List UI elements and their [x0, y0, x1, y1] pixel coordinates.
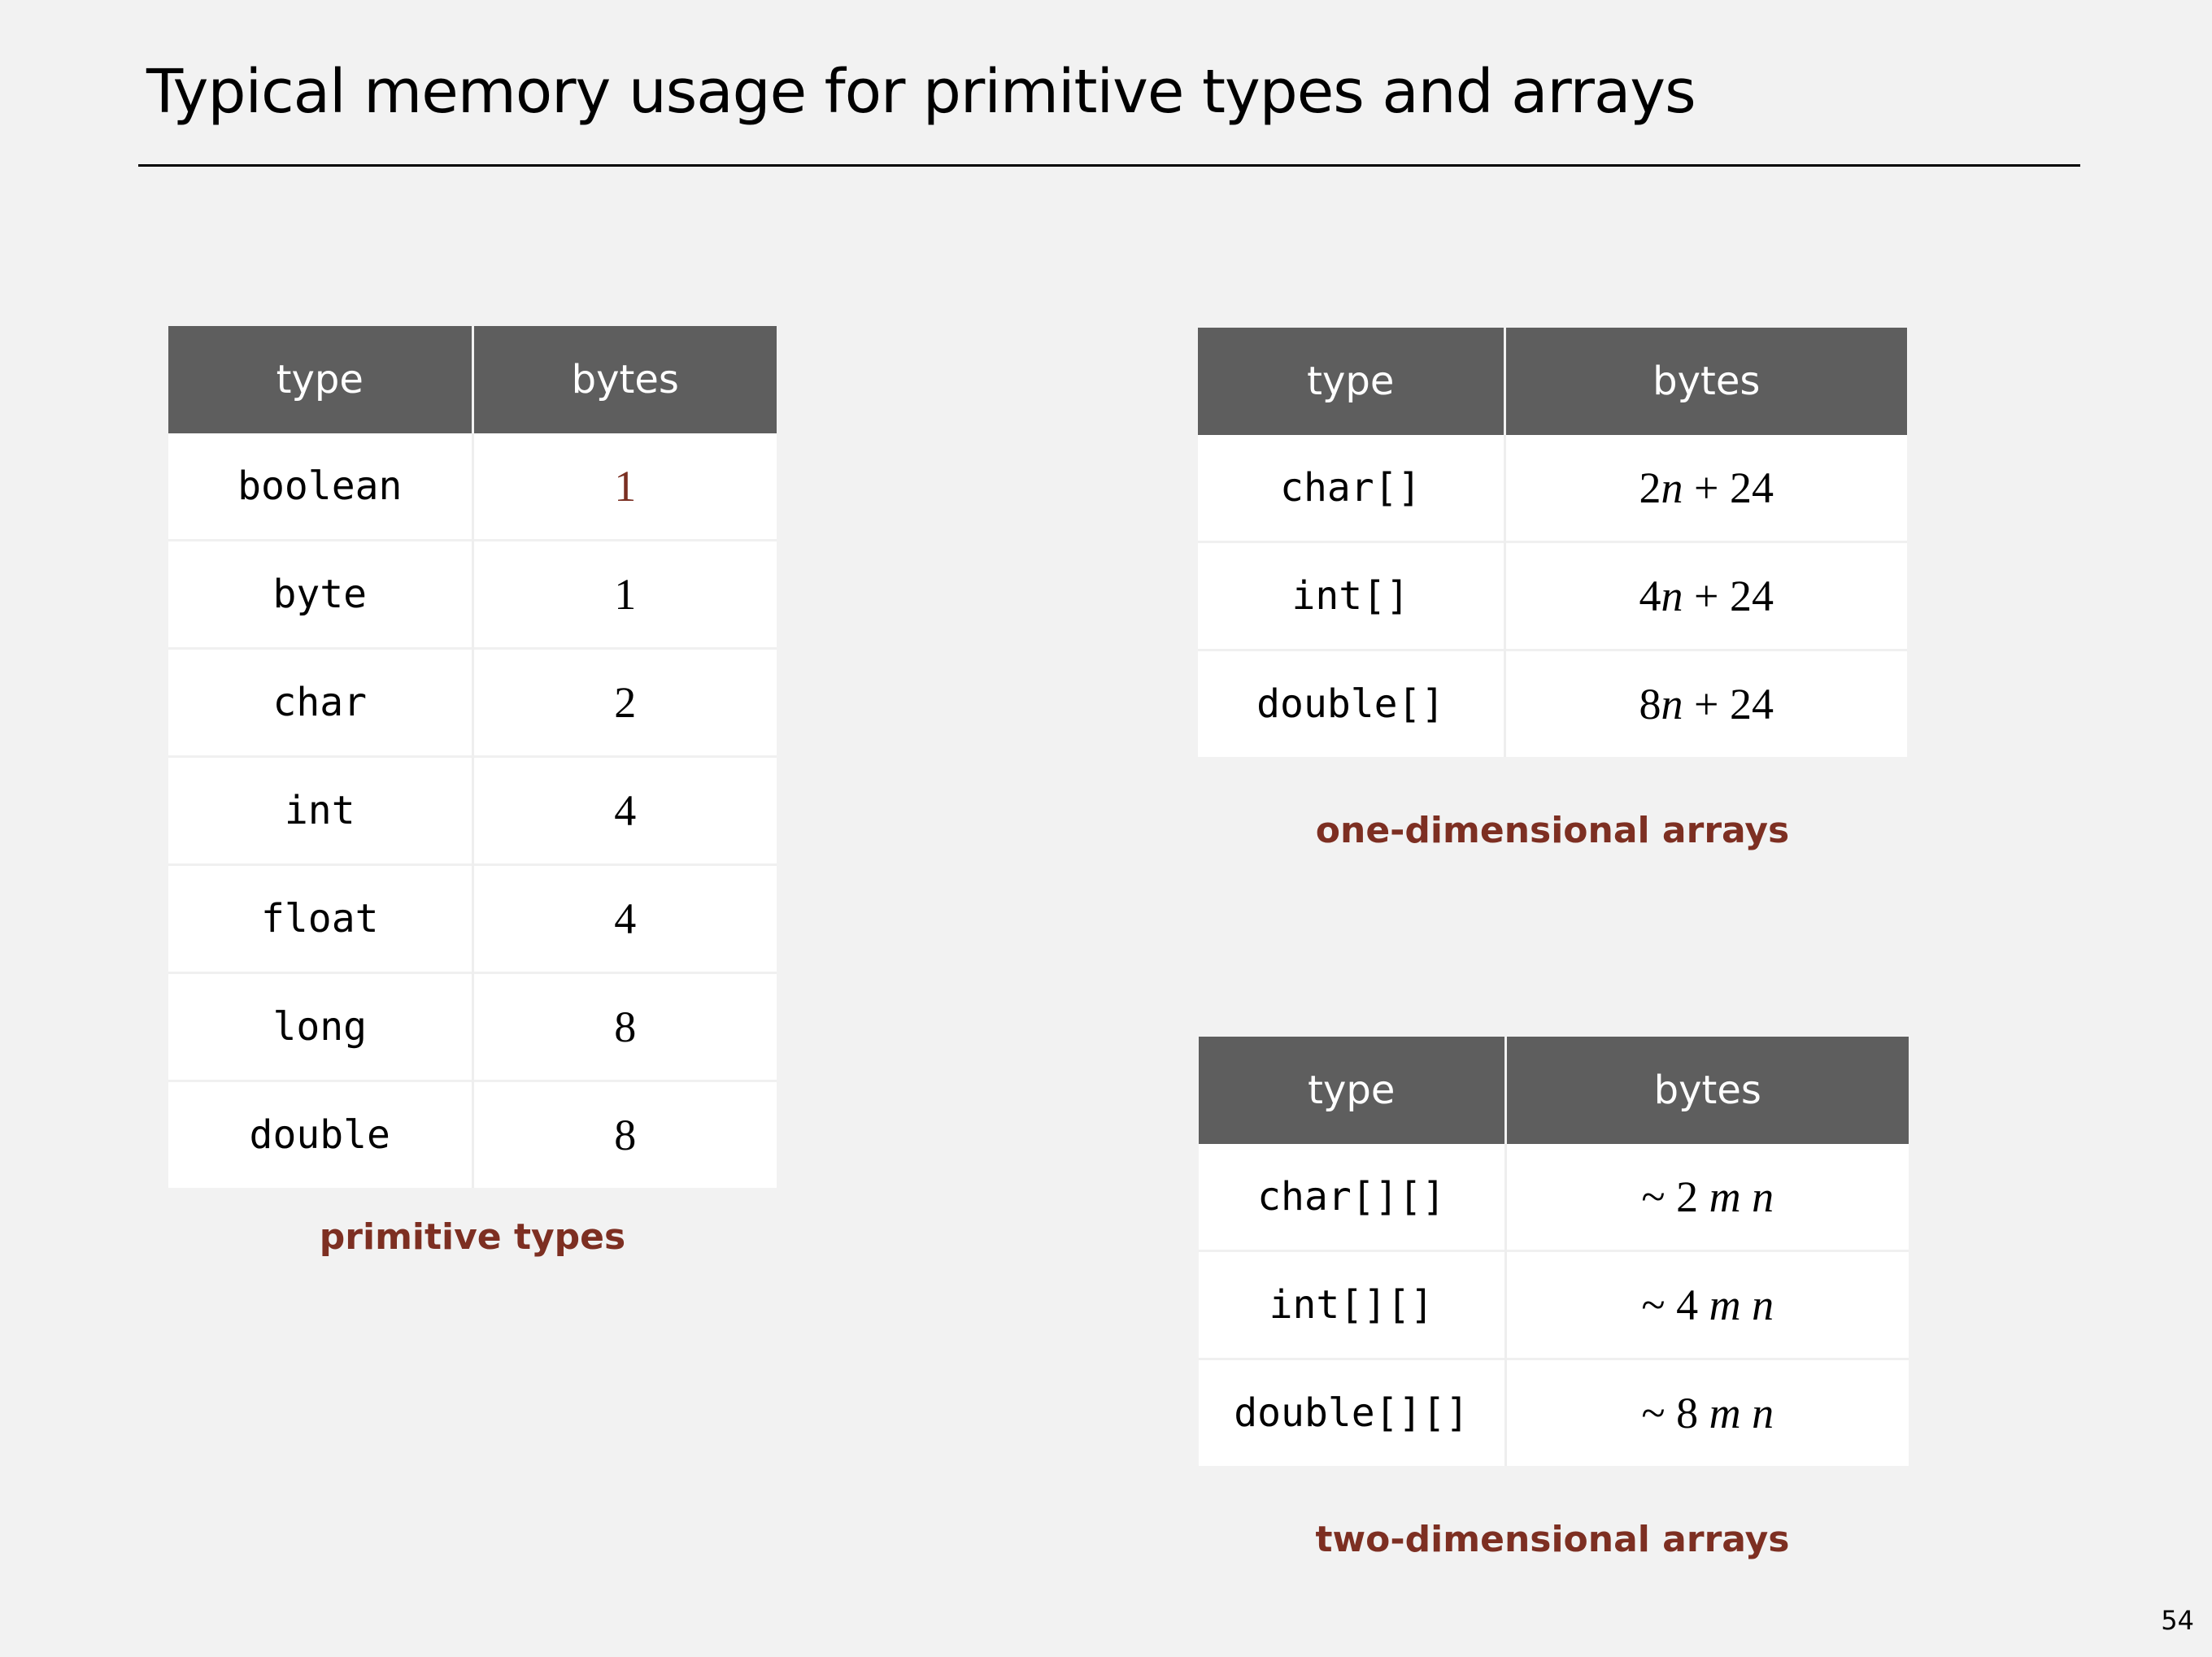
bytes-cell: ~ 2 m n	[1504, 1144, 1909, 1251]
type-name: long	[272, 1004, 368, 1050]
bytes-formula: 2n + 24	[1639, 463, 1774, 512]
one-dimensional-arrays-caption: one-dimensional arrays	[1315, 810, 1790, 851]
table-row: long 8	[168, 972, 777, 1081]
bytes-cell: 8	[471, 1080, 777, 1188]
bytes-formula: 8n + 24	[1639, 680, 1774, 728]
type-column-header: type	[1199, 1037, 1505, 1144]
type-name: boolean	[237, 463, 403, 509]
bytes-cell: 4n + 24	[1503, 541, 1907, 650]
type-name: double[]	[1256, 681, 1445, 727]
bytes-column-header: bytes	[1503, 328, 1907, 435]
type-cell: int[]	[1198, 541, 1504, 650]
type-cell: char[][]	[1199, 1144, 1505, 1251]
type-name: int[]	[1291, 573, 1410, 619]
bytes-formula: 4n + 24	[1639, 572, 1774, 620]
type-cell: int	[168, 755, 472, 865]
type-cell: boolean	[168, 433, 472, 541]
bytes-column-header: bytes	[471, 326, 777, 433]
bytes-cell: 2	[471, 647, 777, 757]
type-name: float	[261, 896, 379, 942]
title-divider	[138, 164, 2080, 167]
bytes-value: 8	[614, 1002, 637, 1051]
type-name: byte	[272, 572, 368, 617]
table-header-row: type bytes	[1198, 328, 1907, 435]
one-dimensional-arrays-table: type bytes char[] 2n + 24 int[] 4n + 24 …	[1198, 328, 1907, 757]
table-row: char[] 2n + 24	[1198, 435, 1907, 542]
type-cell: double[][]	[1199, 1358, 1505, 1466]
table-header-row: type bytes	[1199, 1037, 1909, 1144]
type-name: double[][]	[1234, 1390, 1470, 1436]
type-name: int[][]	[1269, 1282, 1434, 1328]
bytes-cell: 1	[471, 433, 777, 541]
two-dimensional-arrays-table: type bytes char[][] ~ 2 m n int[][] ~ 4 …	[1199, 1037, 1909, 1466]
bytes-cell: 4	[471, 755, 777, 865]
table-row: double[][] ~ 8 m n	[1199, 1358, 1909, 1466]
bytes-column-header: bytes	[1504, 1037, 1909, 1144]
table-row: char[][] ~ 2 m n	[1199, 1144, 1909, 1251]
primitive-types-table: type bytes boolean 1 byte 1 char 2 int 4…	[168, 326, 777, 1188]
type-name: double	[249, 1112, 390, 1158]
type-cell: float	[168, 863, 472, 973]
type-name: char[]	[1280, 465, 1422, 511]
table-row: double 8	[168, 1080, 777, 1188]
bytes-cell: 8	[471, 972, 777, 1081]
bytes-cell: ~ 4 m n	[1504, 1250, 1909, 1359]
type-name: int	[284, 788, 355, 833]
bytes-cell: 1	[471, 539, 777, 649]
type-column-header: type	[1198, 328, 1504, 435]
bytes-cell: 2n + 24	[1503, 435, 1907, 542]
table-row: int 4	[168, 755, 777, 865]
type-cell: int[][]	[1199, 1250, 1505, 1359]
bytes-cell: ~ 8 m n	[1504, 1358, 1909, 1466]
table-header-row: type bytes	[168, 326, 777, 433]
table-row: double[] 8n + 24	[1198, 649, 1907, 757]
bytes-value: 4	[614, 786, 637, 835]
type-cell: byte	[168, 539, 472, 649]
type-cell: char[]	[1198, 435, 1504, 542]
table-row: boolean 1	[168, 433, 777, 541]
two-dimensional-arrays-caption: two-dimensional arrays	[1315, 1519, 1790, 1560]
type-cell: double	[168, 1080, 472, 1188]
type-name: char[][]	[1257, 1174, 1446, 1220]
type-cell: double[]	[1198, 649, 1504, 757]
bytes-cell: 8n + 24	[1503, 649, 1907, 757]
bytes-value: 1	[614, 570, 637, 619]
bytes-value: 1	[614, 462, 637, 511]
bytes-formula: ~ 2 m n	[1641, 1172, 1774, 1221]
table-row: int[] 4n + 24	[1198, 541, 1907, 650]
type-name: char	[272, 680, 368, 725]
table-row: char 2	[168, 647, 777, 757]
primitive-types-caption: primitive types	[319, 1216, 626, 1258]
type-column-header: type	[168, 326, 472, 433]
type-cell: long	[168, 972, 472, 1081]
slide-title: Typical memory usage for primitive types…	[146, 57, 1696, 127]
table-row: byte 1	[168, 539, 777, 649]
bytes-formula: ~ 4 m n	[1641, 1281, 1774, 1329]
bytes-formula: ~ 8 m n	[1641, 1389, 1774, 1437]
bytes-value: 8	[614, 1111, 637, 1159]
table-row: float 4	[168, 863, 777, 973]
bytes-value: 4	[614, 894, 637, 943]
bytes-value: 2	[614, 678, 637, 727]
type-cell: char	[168, 647, 472, 757]
bytes-cell: 4	[471, 863, 777, 973]
table-row: int[][] ~ 4 m n	[1199, 1250, 1909, 1359]
page-number: 54	[2161, 1605, 2194, 1636]
